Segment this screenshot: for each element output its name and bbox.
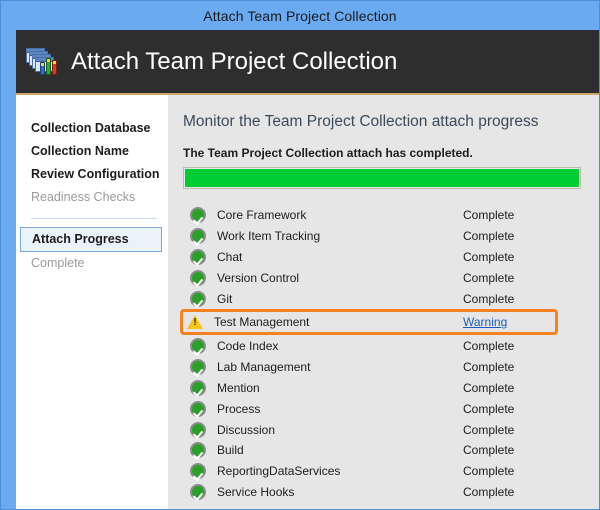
sidebar-divider <box>31 218 156 219</box>
header-title: Attach Team Project Collection <box>71 47 398 75</box>
task-status-link[interactable]: Warning <box>463 315 555 329</box>
check-circle-icon-glyph <box>190 248 206 265</box>
check-circle-icon <box>190 400 206 417</box>
check-circle-icon-glyph <box>190 207 206 224</box>
task-status: Complete <box>463 229 515 244</box>
check-circle-icon <box>190 207 206 224</box>
check-circle-icon-glyph <box>190 400 206 417</box>
task-name: Mention <box>217 380 260 395</box>
check-circle-icon <box>190 421 206 438</box>
task-name: Core Framework <box>217 208 307 223</box>
check-circle-icon <box>190 463 206 480</box>
task-row: ReportingDataServices Complete <box>183 461 555 482</box>
check-circle-icon <box>190 483 206 500</box>
wizard-header: Attach Team Project Collection <box>16 30 599 93</box>
check-circle-icon-glyph <box>190 442 206 459</box>
check-circle-icon-glyph <box>190 463 206 480</box>
check-circle-icon-glyph <box>190 421 206 438</box>
task-status: Complete <box>463 380 515 395</box>
task-status: Complete <box>463 360 515 375</box>
wizard-steps-sidebar: Collection Database Collection Name Revi… <box>16 95 168 509</box>
task-status: Complete <box>463 422 515 437</box>
check-circle-icon-glyph <box>190 228 206 245</box>
task-row: Version Control Complete <box>183 267 555 288</box>
check-circle-icon-glyph <box>190 269 206 286</box>
task-name: Work Item Tracking <box>217 229 321 244</box>
status-text: The Team Project Collection attach has c… <box>183 146 473 160</box>
check-circle-icon <box>190 359 206 376</box>
task-name: Build <box>217 443 244 458</box>
sidebar-item-collection-database[interactable]: Collection Database <box>16 117 168 140</box>
progress-bar-fill <box>185 169 579 187</box>
attach-progress-bar <box>183 167 581 189</box>
task-name: Chat <box>217 249 243 264</box>
task-name: Lab Management <box>217 360 311 375</box>
check-circle-icon-glyph <box>190 338 206 355</box>
task-row: Git Complete <box>183 288 555 309</box>
task-status: Complete <box>463 484 515 499</box>
check-circle-icon-glyph <box>190 379 206 396</box>
check-circle-icon <box>190 338 206 355</box>
task-name: Version Control <box>217 270 300 285</box>
check-circle-icon <box>190 379 206 396</box>
sidebar-item-readiness-checks[interactable]: Readiness Checks <box>16 186 168 209</box>
task-row: Service Hooks Complete <box>183 482 555 503</box>
task-name: Git <box>217 291 233 306</box>
check-circle-icon <box>190 442 206 459</box>
check-circle-icon-glyph <box>190 483 206 500</box>
page-title: Monitor the Team Project Collection atta… <box>183 113 539 130</box>
task-row: Process Complete <box>183 398 555 419</box>
wizard-body: Collection Database Collection Name Revi… <box>16 95 599 509</box>
check-circle-icon-glyph <box>190 290 206 307</box>
task-status-list: Core Framework Complete Work Item Tracking… <box>180 205 558 503</box>
task-row: Code Index Complete <box>183 336 555 357</box>
task-status: Complete <box>463 249 515 264</box>
sidebar-item-attach-progress[interactable]: Attach Progress <box>20 227 162 252</box>
check-circle-icon <box>190 269 206 286</box>
task-row: Test Management Warning <box>180 309 558 336</box>
task-name: Code Index <box>217 339 279 354</box>
task-status: Complete <box>463 208 515 223</box>
main-panel: Monitor the Team Project Collection atta… <box>168 95 599 509</box>
task-row: Mention Complete <box>183 378 555 399</box>
check-circle-icon-glyph <box>190 359 206 376</box>
check-circle-icon <box>190 248 206 265</box>
window-titlebar: Attach Team Project Collection <box>1 1 599 30</box>
collection-stack-icon <box>25 46 59 78</box>
task-row: Lab Management Complete <box>183 357 555 378</box>
attach-collection-window: Attach Team Project Collection Attach Te… <box>0 0 600 510</box>
task-row: Discussion Complete <box>183 419 555 440</box>
warning-triangle-icon-glyph <box>187 314 203 330</box>
warning-triangle-icon <box>187 314 203 330</box>
task-status: Complete <box>463 401 515 416</box>
window-title: Attach Team Project Collection <box>203 7 397 24</box>
task-name: Process <box>217 401 261 416</box>
task-name: Discussion <box>217 422 276 437</box>
task-name: Service Hooks <box>217 484 295 499</box>
task-status: Complete <box>463 464 515 479</box>
task-row: Build Complete <box>183 440 555 461</box>
sidebar-item-review-configuration[interactable]: Review Configuration <box>16 163 168 186</box>
task-row: Work Item Tracking Complete <box>183 226 555 247</box>
check-circle-icon <box>190 228 206 245</box>
task-name: Test Management <box>214 315 310 330</box>
task-row: Core Framework Complete <box>183 205 555 226</box>
task-status: Complete <box>463 291 515 306</box>
task-row: Chat Complete <box>183 247 555 268</box>
sidebar-item-collection-name[interactable]: Collection Name <box>16 140 168 163</box>
check-circle-icon <box>190 290 206 307</box>
task-status: Complete <box>463 270 515 285</box>
task-status: Complete <box>463 339 515 354</box>
task-name: ReportingDataServices <box>217 464 341 479</box>
sidebar-item-complete[interactable]: Complete <box>16 252 168 275</box>
task-status: Complete <box>463 443 515 458</box>
